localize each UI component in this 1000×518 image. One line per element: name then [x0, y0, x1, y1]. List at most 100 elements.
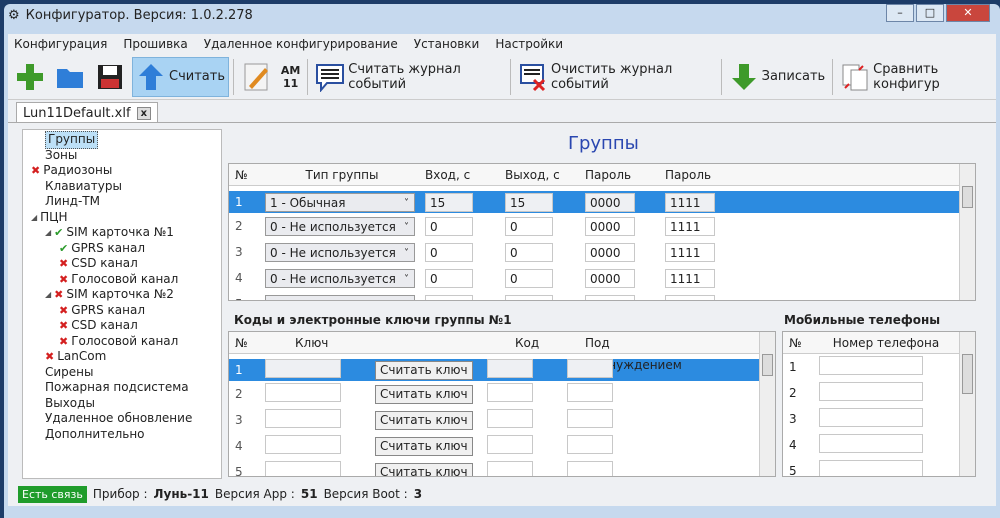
edit-button[interactable]	[238, 57, 274, 97]
duress-input[interactable]	[567, 383, 613, 402]
expand-arrow-icon[interactable]: ◢	[45, 225, 51, 241]
menu-config[interactable]: Конфигурация	[14, 37, 107, 51]
scroll-thumb[interactable]	[962, 354, 973, 394]
duress-input[interactable]	[567, 409, 613, 428]
table-row[interactable]: 40 - Не используется0000001111	[229, 265, 975, 291]
menu-install[interactable]: Установки	[414, 37, 480, 51]
tree-item[interactable]: ◢ ПЦН	[23, 210, 221, 226]
table-row[interactable]: 30 - Не используется0000001111	[229, 239, 975, 265]
exit-delay-input[interactable]: 15	[505, 192, 553, 212]
phones-scrollbar[interactable]	[959, 332, 975, 476]
tree-item[interactable]: ✖ Радиозоны	[23, 163, 221, 179]
phone-number-input[interactable]	[819, 460, 923, 476]
admin-password-input[interactable]: 0000	[585, 268, 635, 288]
fire-password-input[interactable]: 1111	[665, 294, 715, 300]
fire-password-input[interactable]: 1111	[665, 192, 715, 212]
tree-item[interactable]: ✖ CSD канал	[23, 256, 221, 272]
key-input[interactable]	[265, 359, 341, 378]
group-type-dropdown[interactable]: 0 - Не используется	[265, 216, 415, 237]
am11-button[interactable]: AM 11	[278, 57, 303, 97]
menu-remote[interactable]: Удаленное конфигурирование	[204, 37, 398, 51]
phone-number-input[interactable]	[819, 408, 923, 427]
code-input[interactable]	[487, 461, 533, 476]
group-type-dropdown[interactable]: 0 - Не используется	[265, 242, 415, 263]
close-button[interactable]: ✕	[946, 4, 990, 22]
table-row[interactable]: 2	[783, 380, 975, 406]
table-row[interactable]: 3	[783, 406, 975, 432]
entry-delay-input[interactable]: 0	[425, 242, 473, 262]
expand-arrow-icon[interactable]: ◢	[31, 210, 37, 226]
admin-password-input[interactable]: 0000	[585, 294, 635, 300]
read-button[interactable]: Считать	[132, 56, 229, 97]
table-row[interactable]: 5	[783, 458, 975, 476]
fire-password-input[interactable]: 1111	[665, 242, 715, 262]
table-row[interactable]: 4 Считать ключ	[229, 433, 775, 459]
tree-item[interactable]: ✖ LanCom	[23, 349, 221, 365]
tree-item[interactable]: ✔ GPRS канал	[23, 241, 221, 257]
duress-input[interactable]	[567, 359, 613, 378]
table-row[interactable]: 1 Считать ключ	[229, 354, 775, 381]
scroll-thumb[interactable]	[962, 186, 973, 208]
table-row[interactable]: 5 Считать ключ	[229, 459, 775, 476]
save-button[interactable]	[92, 57, 128, 97]
expand-arrow-icon[interactable]: ◢	[45, 287, 51, 303]
exit-delay-input[interactable]: 0	[505, 268, 553, 288]
duress-input[interactable]	[567, 461, 613, 476]
menu-settings[interactable]: Настройки	[495, 37, 563, 51]
tree-item[interactable]: Клавиатуры	[23, 179, 221, 195]
entry-delay-input[interactable]: 0	[425, 216, 473, 236]
key-input[interactable]	[265, 435, 341, 454]
exit-delay-input[interactable]: 0	[505, 294, 553, 300]
tab-close-button[interactable]: x	[136, 106, 152, 120]
code-input[interactable]	[487, 359, 533, 378]
open-button[interactable]	[52, 57, 88, 97]
read-key-button[interactable]: Считать ключ	[375, 462, 473, 476]
tree-item[interactable]: ✖ Голосовой канал	[23, 272, 221, 288]
tree-item[interactable]: Удаленное обновление	[23, 411, 221, 427]
group-type-dropdown[interactable]: 0 - Не используется	[265, 268, 415, 289]
code-input[interactable]	[487, 435, 533, 454]
scroll-thumb[interactable]	[762, 354, 773, 376]
clear-log-button[interactable]: Очистить журнал событий	[515, 57, 717, 97]
read-key-button[interactable]: Считать ключ	[375, 384, 473, 404]
table-row[interactable]: 4	[783, 432, 975, 458]
phone-number-input[interactable]	[819, 382, 923, 401]
duress-input[interactable]	[567, 435, 613, 454]
compare-button[interactable]: Сравнить конфигур	[837, 57, 996, 97]
table-row[interactable]: 3 Считать ключ	[229, 407, 775, 433]
admin-password-input[interactable]: 0000	[585, 192, 635, 212]
entry-delay-input[interactable]: 0	[425, 268, 473, 288]
exit-delay-input[interactable]: 0	[505, 216, 553, 236]
tree-item[interactable]: ✖ Голосовой канал	[23, 334, 221, 350]
tree-item[interactable]: Линд-ТМ	[23, 194, 221, 210]
phone-number-input[interactable]	[819, 434, 923, 453]
group-type-dropdown[interactable]: 1 - Обычная	[265, 192, 415, 213]
maximize-button[interactable]: □	[916, 4, 944, 22]
fire-password-input[interactable]: 1111	[665, 268, 715, 288]
tree-item[interactable]: ✖ CSD канал	[23, 318, 221, 334]
read-log-button[interactable]: Считать журнал событий	[312, 57, 506, 97]
keys-scrollbar[interactable]	[759, 332, 775, 476]
group-type-dropdown[interactable]: 0 - Не используется	[265, 294, 415, 300]
tree-item[interactable]: ◢ ✔ SIM карточка №1	[23, 225, 221, 241]
admin-password-input[interactable]: 0000	[585, 216, 635, 236]
exit-delay-input[interactable]: 0	[505, 242, 553, 262]
tree-item[interactable]: Выходы	[23, 396, 221, 412]
read-key-button[interactable]: Считать ключ	[375, 360, 473, 380]
table-row[interactable]: 1	[783, 354, 975, 380]
tree-item[interactable]: Пожарная подсистема	[23, 380, 221, 396]
tree-item[interactable]: Группы	[23, 131, 221, 149]
code-input[interactable]	[487, 383, 533, 402]
read-key-button[interactable]: Считать ключ	[375, 410, 473, 430]
admin-password-input[interactable]: 0000	[585, 242, 635, 262]
tree-item[interactable]: Сирены	[23, 365, 221, 381]
phone-number-input[interactable]	[819, 356, 923, 375]
tab-file[interactable]: Lun11Default.xlf x	[16, 102, 159, 123]
menu-firmware[interactable]: Прошивка	[123, 37, 187, 51]
minimize-button[interactable]: –	[886, 4, 914, 22]
table-row[interactable]: 20 - Не используется0000001111	[229, 213, 975, 239]
entry-delay-input[interactable]: 15	[425, 192, 473, 212]
fire-password-input[interactable]: 1111	[665, 216, 715, 236]
table-row[interactable]: 2 Считать ключ	[229, 381, 775, 407]
code-input[interactable]	[487, 409, 533, 428]
